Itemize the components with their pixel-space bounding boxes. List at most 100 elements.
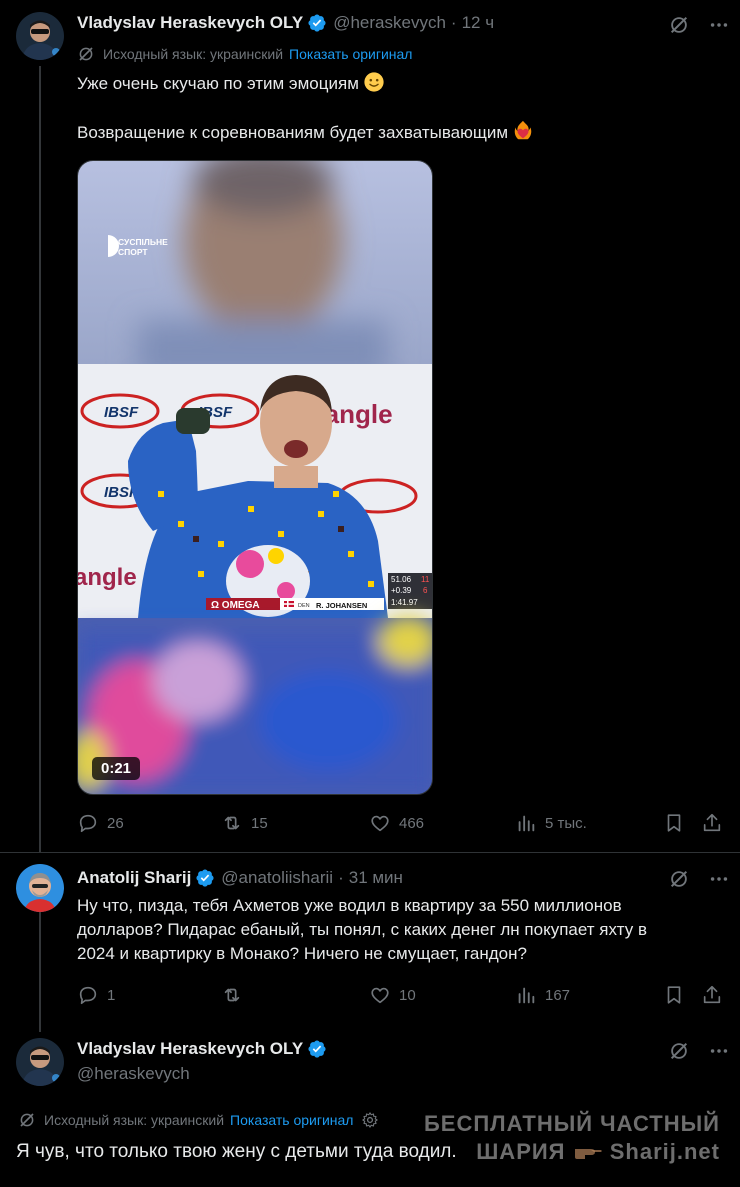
views-count: 167 <box>545 986 571 1004</box>
more-icon[interactable] <box>708 868 730 890</box>
scoreboard-omega: Ω OMEGA <box>211 600 260 611</box>
tweet-text-line: долларов? Пидарас ебаный, ты понял, с ка… <box>77 920 648 939</box>
like-icon <box>369 984 391 1006</box>
heart-on-fire-emoji <box>512 120 534 142</box>
like-button[interactable]: 10 <box>369 984 416 1006</box>
translation-notice: Исходный язык: украинский Показать ориги… <box>77 45 412 63</box>
svg-text:СУСПІЛЬНЕ: СУСПІЛЬНЕ <box>118 237 168 247</box>
watermark-line2-right: Sharij.net <box>609 1139 720 1164</box>
scoreboard-athlete: R. JOHANSEN <box>316 601 367 610</box>
reply-button[interactable]: 26 <box>77 812 124 834</box>
tweet-text-line: Уже очень скучаю по этим эмоциям <box>77 74 359 93</box>
video-player[interactable]: IBSF IBSF IBSF tangle angle Ω OMEGA DEN … <box>77 160 433 795</box>
watermark-line2-left: ШАРИЯ <box>476 1139 566 1164</box>
gear-icon[interactable] <box>361 1111 379 1129</box>
author-handle[interactable]: @heraskevych <box>77 1064 190 1084</box>
grok-icon[interactable] <box>668 14 690 36</box>
tweet-header: Vladyslav Heraskevych OLY @heraskevych ·… <box>77 13 494 33</box>
repost-icon <box>221 812 243 834</box>
translate-icon <box>18 1111 36 1129</box>
verified-icon <box>195 868 215 888</box>
scoreboard-total: 1:41.97 <box>391 598 418 607</box>
reply-icon <box>77 984 99 1006</box>
watermark-line1: БЕСПЛАТНЫЙ ЧАСТНЫЙ <box>423 1111 720 1136</box>
tweet-text-line: Возвращение к соревнованиям будет захват… <box>77 123 509 142</box>
grok-icon[interactable] <box>668 868 690 890</box>
repost-button[interactable]: 15 <box>221 812 268 834</box>
scoreboard-pos1: 11 <box>421 575 430 584</box>
author-name[interactable]: Anatolij Sharij <box>77 868 191 888</box>
like-count: 466 <box>399 814 425 832</box>
watermark: БЕСПЛАТНЫЙ ЧАСТНЫЙ ШАРИЯ Sharij.net <box>424 1110 720 1166</box>
grok-icon[interactable] <box>668 1040 690 1062</box>
author-handle[interactable]: @heraskevych <box>333 13 446 33</box>
author-name[interactable]: Vladyslav Heraskevych OLY <box>77 1039 303 1059</box>
reply-count: 26 <box>107 814 124 832</box>
translation-notice: Исходный язык: украинский Показать ориги… <box>18 1111 379 1129</box>
timestamp[interactable]: 12 ч <box>462 13 495 33</box>
scoreboard-pos2: 6 <box>423 586 428 595</box>
banner-brand-text: angle <box>78 564 137 591</box>
bookmark-icon <box>663 812 685 834</box>
pointing-hand-icon <box>573 1143 603 1161</box>
tweet-2[interactable]: Anatolij Sharij @anatoliisharii · 31 мин… <box>0 852 740 1024</box>
translation-label: Исходный язык: украинский <box>44 1112 225 1128</box>
translate-icon <box>77 45 95 63</box>
tweet-text: Уже очень скучаю по этим эмоциям Возвращ… <box>77 71 717 145</box>
author-handle[interactable]: @anatoliisharii <box>221 868 333 888</box>
tweet-actions: 1 10 167 <box>77 984 723 1012</box>
translation-label: Исходный язык: украинский <box>103 46 284 62</box>
separator-dot: · <box>450 13 457 32</box>
repost-count: 15 <box>251 814 268 832</box>
tweet-1[interactable]: Vladyslav Heraskevych OLY @heraskevych ·… <box>0 0 740 852</box>
separator-dot: · <box>338 868 344 887</box>
views-icon <box>515 984 537 1006</box>
svg-text:СПОРТ: СПОРТ <box>118 247 148 257</box>
tweet-actions: 26 15 466 5 тыс. <box>77 812 723 840</box>
scoreboard-diff: +0.39 <box>391 586 412 595</box>
video-thumbnail[interactable]: IBSF IBSF IBSF tangle angle Ω OMEGA DEN … <box>78 161 433 795</box>
show-original-link[interactable]: Показать оригинал <box>289 46 412 62</box>
share-icon <box>701 812 723 834</box>
bookmark-button[interactable] <box>663 984 693 1006</box>
avatar[interactable] <box>16 864 64 912</box>
reply-count: 1 <box>107 986 116 1004</box>
tweet-text: Ну что, пизда, тебя Ахметов уже водил в … <box>77 894 727 966</box>
bookmark-button[interactable] <box>663 812 693 834</box>
like-icon <box>369 812 391 834</box>
views-icon <box>515 812 537 834</box>
more-icon[interactable] <box>708 1040 730 1062</box>
show-original-link[interactable]: Показать оригинал <box>230 1112 353 1128</box>
scoreboard-country: DEN <box>298 603 310 609</box>
tweet-header: Anatolij Sharij @anatoliisharii · 31 мин <box>77 868 403 888</box>
avatar[interactable] <box>16 1038 64 1086</box>
tweet-corner-actions <box>668 1040 730 1062</box>
avatar[interactable] <box>16 12 64 60</box>
share-button[interactable] <box>701 984 731 1006</box>
author-name[interactable]: Vladyslav Heraskevych OLY <box>77 13 303 33</box>
tweet-corner-actions <box>668 868 730 890</box>
tweet-text-line: 2024 и квартирку в Монако? Ничего не сму… <box>77 944 527 963</box>
verified-icon <box>307 13 327 33</box>
slightly-smiling-face-emoji <box>363 71 385 93</box>
more-icon[interactable] <box>708 14 730 36</box>
like-button[interactable]: 466 <box>369 812 424 834</box>
tweet-text-line: Ну что, пизда, тебя Ахметов уже водил в … <box>77 896 622 915</box>
banner-ibsf-text: IBSF <box>104 404 139 421</box>
bookmark-icon <box>663 984 685 1006</box>
views-button[interactable]: 5 тыс. <box>515 812 587 834</box>
timestamp[interactable]: 31 мин <box>349 868 403 888</box>
reply-icon <box>77 812 99 834</box>
scoreboard-time1: 51.06 <box>391 575 412 584</box>
tweet-handle-row: @heraskevych <box>77 1064 190 1084</box>
repost-button[interactable] <box>221 984 251 1006</box>
views-count: 5 тыс. <box>545 814 587 832</box>
share-button[interactable] <box>701 812 731 834</box>
video-duration: 0:21 <box>92 757 141 780</box>
tweet-header: Vladyslav Heraskevych OLY <box>77 1039 333 1059</box>
share-icon <box>701 984 723 1006</box>
views-button[interactable]: 167 <box>515 984 570 1006</box>
like-count: 10 <box>399 986 416 1004</box>
tweet-corner-actions <box>668 14 730 36</box>
reply-button[interactable]: 1 <box>77 984 115 1006</box>
